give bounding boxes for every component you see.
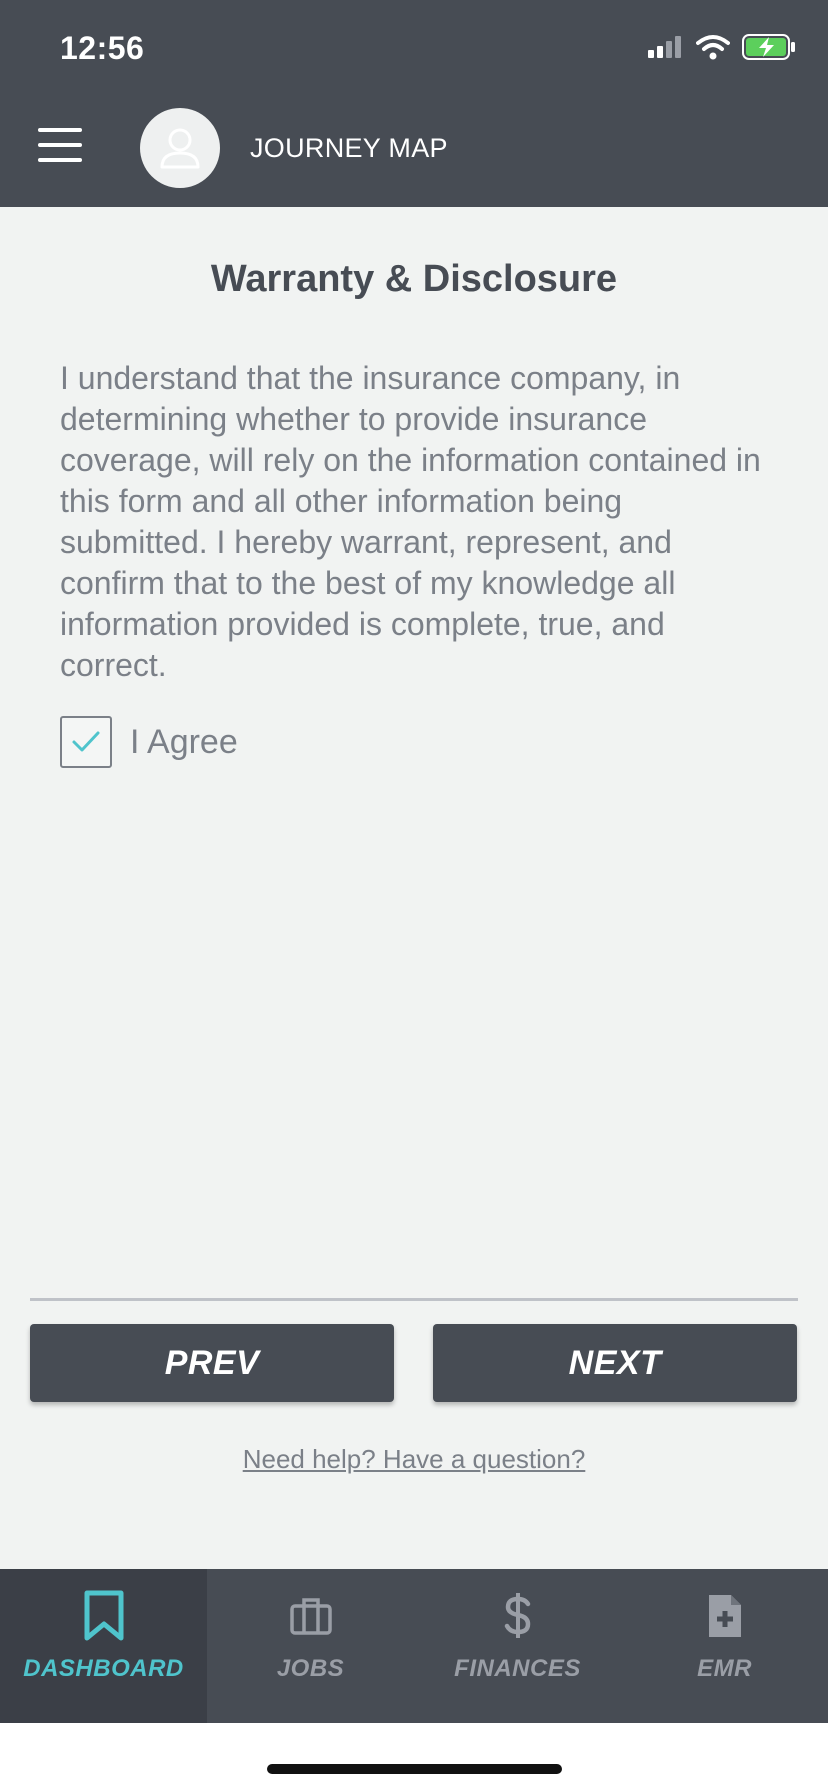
tab-label: EMR — [697, 1655, 752, 1682]
tab-label: JOBS — [276, 1655, 345, 1682]
medical-document-icon — [708, 1595, 741, 1637]
avatar[interactable] — [140, 108, 220, 188]
briefcase-icon — [289, 1598, 332, 1635]
header-title: JOURNEY MAP — [250, 133, 448, 163]
menu-icon[interactable] — [38, 128, 82, 172]
checkmark-icon — [72, 731, 100, 752]
tab-label: DASHBOARD — [23, 1655, 184, 1682]
battery-charging-icon — [742, 34, 795, 60]
home-indicator[interactable] — [267, 1764, 562, 1774]
status-time: 12:56 — [60, 30, 145, 66]
agree-label[interactable]: I Agree — [130, 723, 238, 762]
divider — [30, 1298, 798, 1301]
tab-label: FINANCES — [454, 1655, 581, 1682]
tab-finances[interactable]: FINANCES — [414, 1569, 621, 1723]
tab-dashboard[interactable]: DASHBOARD — [0, 1569, 207, 1723]
disclosure-text: I understand that the insurance company,… — [60, 360, 761, 683]
wifi-icon — [696, 35, 730, 60]
app-header: JOURNEY MAP — [0, 100, 828, 207]
status-bar: 12:56 — [0, 0, 828, 100]
signal-icon — [648, 36, 681, 58]
help-link[interactable]: Need help? Have a question? — [0, 1444, 828, 1475]
user-icon — [160, 128, 200, 169]
bottom-tab-bar: DASHBOARD JOBS FINANCES EMR — [0, 1569, 828, 1723]
page-title: Warranty & Disclosure — [210, 258, 618, 300]
dollar-icon — [504, 1593, 530, 1638]
tab-jobs[interactable]: JOBS — [207, 1569, 414, 1723]
bookmark-icon — [84, 1590, 123, 1641]
prev-button[interactable]: PREV — [30, 1324, 394, 1402]
home-area — [0, 1723, 828, 1792]
tab-emr[interactable]: EMR — [621, 1569, 828, 1723]
next-button[interactable]: NEXT — [433, 1324, 797, 1402]
agree-checkbox[interactable] — [60, 716, 112, 768]
status-icons — [648, 34, 796, 60]
agree-row[interactable]: I Agree — [60, 716, 238, 768]
